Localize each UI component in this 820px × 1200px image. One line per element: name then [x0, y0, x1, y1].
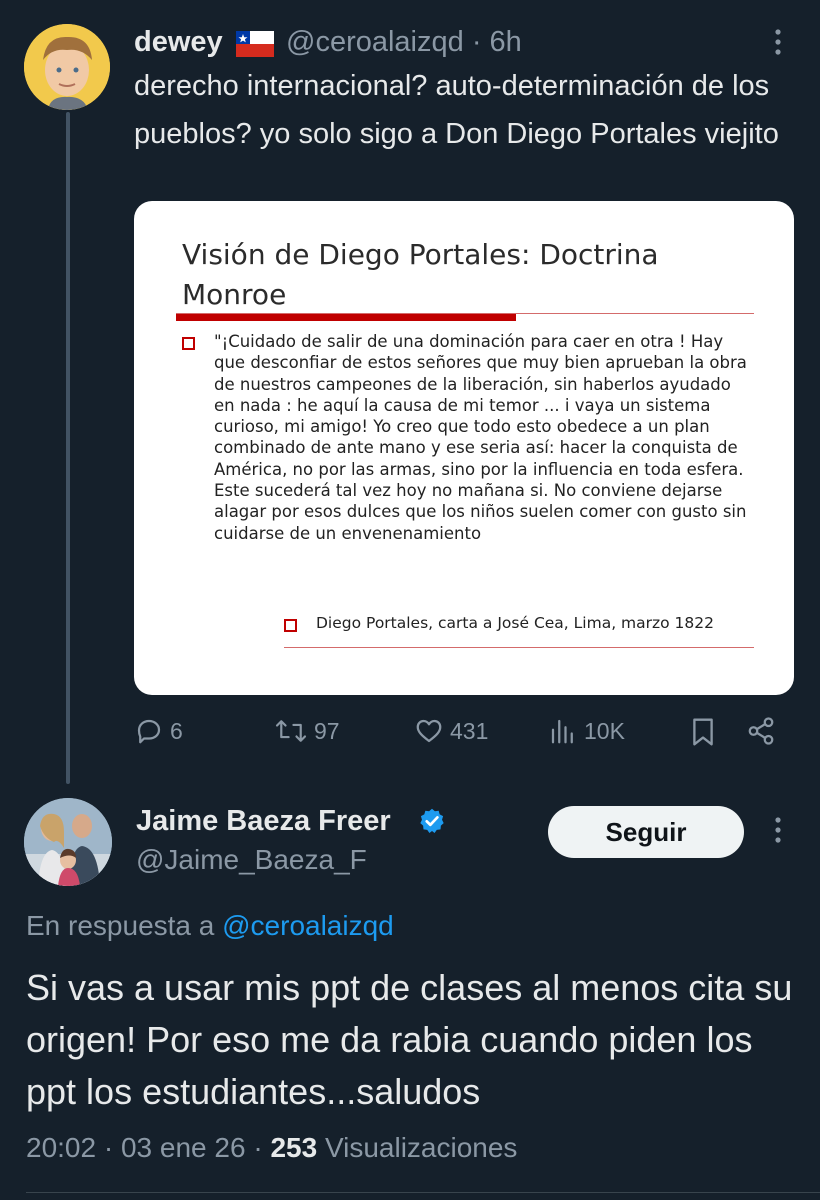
bullet-square-icon — [182, 337, 195, 350]
like-button[interactable]: 431 — [414, 716, 488, 746]
share-icon — [748, 717, 774, 745]
reply-icon — [137, 719, 161, 744]
avatar[interactable] — [24, 798, 112, 886]
follow-button[interactable]: Seguir — [548, 806, 744, 858]
tweet-text: Si vas a usar mis ppt de clases al menos… — [26, 967, 793, 1112]
tweet-image[interactable]: Visión de Diego Portales: Doctrina Monro… — [134, 201, 794, 695]
separator-dot: · — [463, 26, 490, 58]
tweet-time[interactable]: 20:02 — [26, 1132, 96, 1163]
author-handle[interactable]: @Jaime_Baeza_F — [136, 842, 367, 878]
thread-line — [66, 112, 70, 784]
slide-quote: "¡Cuidado de salir de una dominación par… — [214, 332, 747, 543]
repost-icon — [275, 720, 307, 742]
like-count: 431 — [450, 717, 489, 744]
heart-icon — [416, 719, 442, 743]
bookmark-button[interactable] — [688, 716, 718, 748]
slide-title: Visión de Diego Portales: Doctrina Monro… — [182, 238, 659, 311]
tweet-text: derecho internacional? auto-determinació… — [134, 70, 779, 150]
reply-prefix: En respuesta a — [26, 910, 215, 941]
reply-context: En respuesta a @ceroalaizqd — [26, 908, 394, 944]
verified-badge-icon — [418, 807, 446, 840]
author-name[interactable]: Jaime Baeza Freer — [136, 803, 391, 839]
bullet-square-icon — [284, 619, 297, 632]
slide-citation: Diego Portales, carta a José Cea, Lima, … — [316, 614, 715, 632]
divider — [26, 1192, 820, 1193]
reply-count: 6 — [170, 717, 183, 744]
tweet-actions: 6 97 431 10K — [134, 716, 794, 758]
author-name[interactable]: dewey — [134, 24, 223, 60]
author-handle-and-time[interactable]: @ceroalaizqd · 6h — [286, 24, 522, 60]
views-button[interactable]: 10K — [548, 716, 625, 746]
views-chart-icon — [551, 719, 573, 744]
reply-button[interactable]: 6 — [134, 716, 183, 746]
slide-bottom-divider — [284, 647, 754, 648]
tweet-time[interactable]: 6h — [490, 26, 522, 58]
views-count: 10K — [584, 717, 625, 744]
slide-accent-bar — [176, 314, 516, 321]
share-button[interactable] — [746, 716, 776, 746]
repost-button[interactable]: 97 — [274, 716, 340, 746]
views-count: 253 — [270, 1132, 318, 1163]
reply-handle-link[interactable]: @ceroalaizqd — [222, 910, 394, 941]
views-label: Visualizaciones — [324, 1132, 518, 1163]
tweet-date[interactable]: 03 ene 26 — [121, 1132, 246, 1163]
chile-flag-icon — [236, 31, 274, 57]
bookmark-icon — [693, 718, 713, 746]
author-handle[interactable]: @ceroalaizqd — [286, 26, 464, 58]
avatar[interactable] — [24, 24, 110, 110]
tweet-meta: 20:02 · 03 ene 26 · 253 Visualizaciones — [26, 1132, 518, 1163]
repost-count: 97 — [314, 717, 340, 744]
more-options-icon[interactable] — [770, 812, 786, 856]
